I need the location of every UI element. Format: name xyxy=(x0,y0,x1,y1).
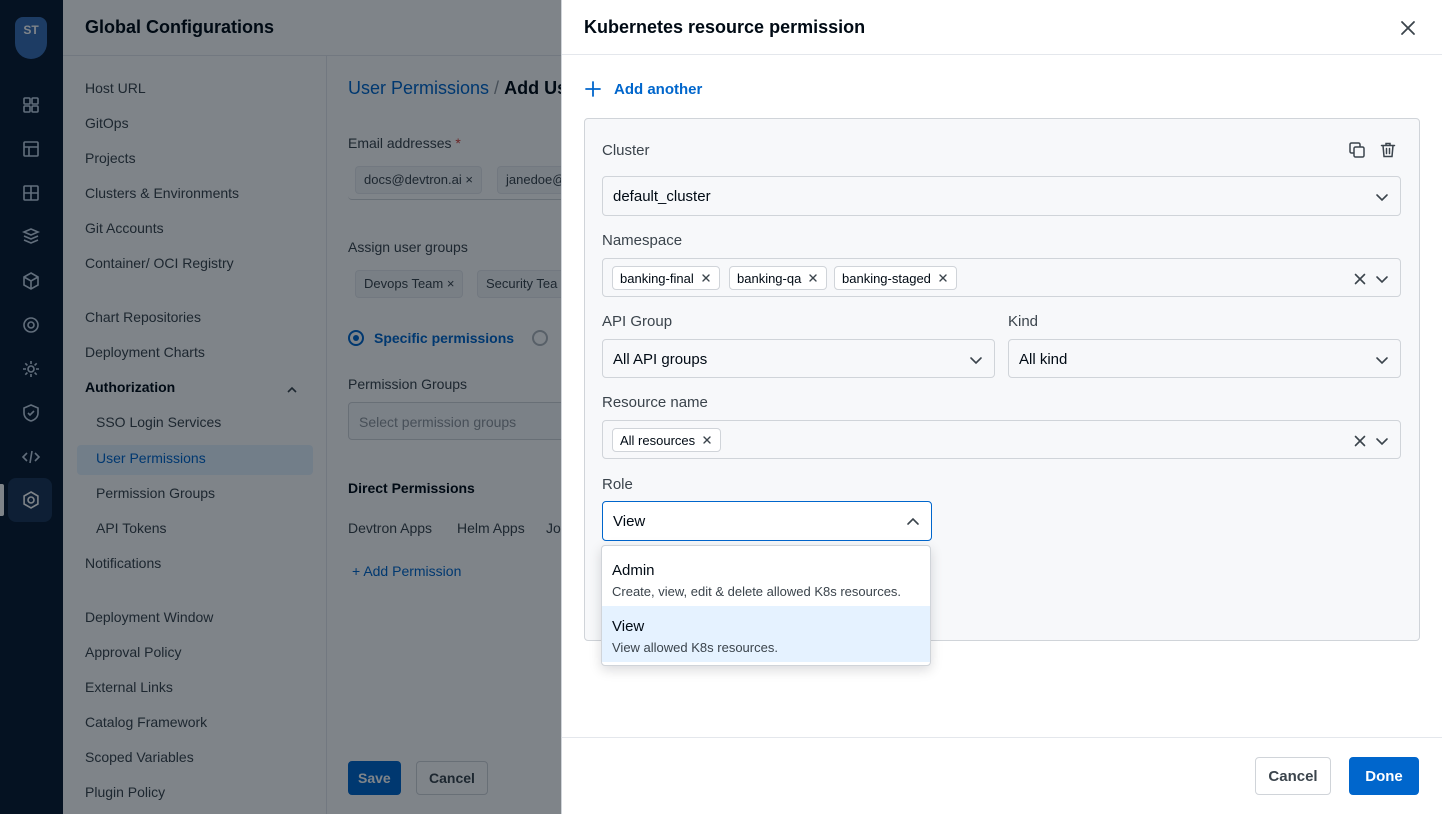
namespace-chip: banking-qa xyxy=(729,266,828,290)
done-button[interactable]: Done xyxy=(1349,757,1419,795)
api-group-value: All API groups xyxy=(613,351,708,368)
option-label: View xyxy=(612,618,645,635)
delete-button[interactable] xyxy=(1376,138,1400,162)
resource-chip-label: All resources xyxy=(620,432,696,448)
close-button[interactable] xyxy=(1396,16,1420,40)
cluster-select[interactable]: default_cluster xyxy=(602,176,1401,216)
add-another-label: Add another xyxy=(614,80,703,98)
close-icon xyxy=(1396,16,1420,40)
drawer-header: Kubernetes resource permission xyxy=(562,0,1442,55)
remove-chip-icon[interactable] xyxy=(807,272,819,284)
chevron-down-icon[interactable] xyxy=(1372,187,1392,207)
clear-icon[interactable] xyxy=(1350,269,1370,289)
namespace-chip: banking-staged xyxy=(834,266,957,290)
namespace-chip-label: banking-staged xyxy=(842,270,931,286)
copy-icon xyxy=(1345,141,1369,159)
chevron-down-icon[interactable] xyxy=(1372,269,1392,289)
resource-name-select[interactable]: All resources xyxy=(602,420,1401,459)
remove-chip-icon[interactable] xyxy=(701,434,713,446)
role-select[interactable]: View xyxy=(602,501,932,541)
api-group-label: API Group xyxy=(602,313,673,330)
namespace-label: Namespace xyxy=(602,232,683,249)
trash-icon xyxy=(1376,141,1400,159)
option-description: View allowed K8s resources. xyxy=(612,640,778,655)
chevron-down-icon[interactable] xyxy=(966,350,986,370)
api-group-select[interactable]: All API groups xyxy=(602,339,995,378)
clear-icon[interactable] xyxy=(1350,431,1370,451)
chevron-up-icon[interactable] xyxy=(903,512,923,532)
kind-label: Kind xyxy=(1008,313,1039,330)
role-label: Role xyxy=(602,476,633,493)
option-label: Admin xyxy=(612,562,655,579)
chevron-down-icon[interactable] xyxy=(1372,431,1392,451)
namespace-chip: banking-final xyxy=(612,266,720,290)
role-value: View xyxy=(613,513,646,530)
namespace-chip-label: banking-qa xyxy=(737,270,802,286)
k8s-permission-drawer: Kubernetes resource permission Add anoth… xyxy=(561,0,1442,814)
role-option-admin[interactable]: Admin Create, view, edit & delete allowe… xyxy=(602,550,930,606)
drawer-footer: Cancel Done xyxy=(562,737,1442,814)
role-dropdown-menu: Admin Create, view, edit & delete allowe… xyxy=(601,545,931,666)
remove-chip-icon[interactable] xyxy=(937,272,949,284)
plus-icon xyxy=(584,80,602,98)
cluster-label: Cluster xyxy=(602,142,650,159)
drawer-title: Kubernetes resource permission xyxy=(584,17,866,37)
resource-name-label: Resource name xyxy=(602,394,708,411)
kind-value: All kind xyxy=(1019,351,1068,368)
remove-chip-icon[interactable] xyxy=(700,272,712,284)
duplicate-button[interactable] xyxy=(1345,138,1369,162)
kind-select[interactable]: All kind xyxy=(1008,339,1401,378)
namespace-select[interactable]: banking-final banking-qa banking-staged xyxy=(602,258,1401,297)
chevron-down-icon[interactable] xyxy=(1372,350,1392,370)
resource-chip: All resources xyxy=(612,428,722,452)
option-description: Create, view, edit & delete allowed K8s … xyxy=(612,584,902,599)
role-option-view[interactable]: View View allowed K8s resources. xyxy=(602,606,930,662)
cluster-value: default_cluster xyxy=(613,188,711,205)
add-another-button[interactable]: Add another xyxy=(584,76,702,102)
cancel-button[interactable]: Cancel xyxy=(1255,757,1331,795)
namespace-chip-label: banking-final xyxy=(620,270,694,286)
